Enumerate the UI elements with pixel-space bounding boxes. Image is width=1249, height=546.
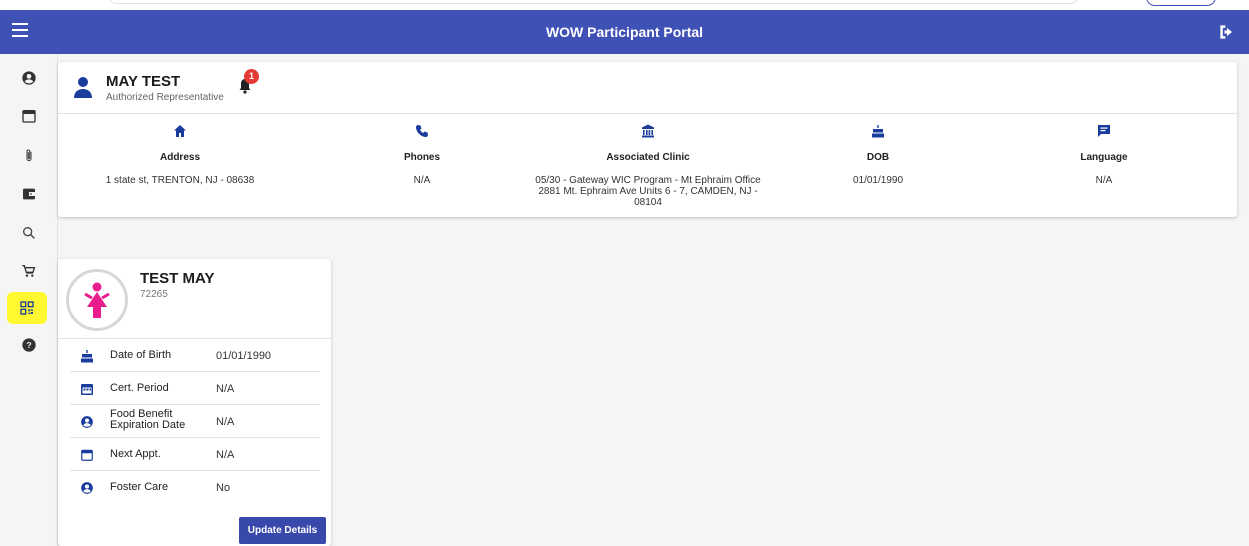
- detail-value: N/A: [216, 449, 235, 461]
- info-value: 1 state st, TRENTON, NJ - 08638: [105, 175, 255, 186]
- sidebar-item-qr-code[interactable]: [7, 292, 47, 324]
- wallet-icon: [23, 188, 35, 200]
- home-icon: [174, 125, 186, 137]
- participant-id: 72265: [140, 289, 168, 300]
- top-pill-button[interactable]: [1146, 0, 1216, 6]
- authorized-rep-card: MAY TEST Authorized Representative 1 Add…: [58, 62, 1237, 217]
- info-value: 01/01/1990: [852, 175, 904, 186]
- sidebar-item-help[interactable]: ?: [8, 329, 50, 361]
- app-title: WOW Participant Portal: [545, 24, 704, 40]
- label-line: Expiration Date: [110, 419, 186, 431]
- message-icon: [1098, 125, 1110, 137]
- account-circle-icon: [22, 71, 36, 85]
- detail-row-food-benefit-expiration: Food Benefit Expiration Date N/A: [70, 405, 320, 438]
- sidebar-item-shop[interactable]: [8, 255, 50, 287]
- info-label: Associated Clinic: [606, 152, 690, 163]
- participant-name: TEST MAY: [140, 270, 215, 287]
- svg-text:?: ?: [26, 340, 31, 350]
- top-search-field[interactable]: [108, 0, 1078, 4]
- help-icon: ?: [22, 338, 36, 352]
- top-strip: [0, 0, 1249, 10]
- avatar: [66, 269, 128, 331]
- info-label: DOB: [866, 152, 890, 163]
- clinic-line: 08104: [634, 197, 662, 208]
- bank-icon: [642, 124, 654, 138]
- paperclip-icon: [26, 149, 32, 162]
- calendar-event-icon: [81, 384, 93, 395]
- info-value: N/A: [1095, 175, 1113, 186]
- female-icon: [84, 282, 110, 318]
- account-circle-icon: [81, 482, 93, 494]
- info-associated-clinic: Associated Clinic 05/30 - Gateway WIC Pr…: [528, 124, 768, 208]
- search-icon: [22, 227, 35, 239]
- info-label: Language: [1080, 152, 1128, 163]
- sidebar-item-benefits[interactable]: [8, 178, 50, 210]
- cake-icon: [872, 125, 884, 138]
- notification-badge: 1: [244, 69, 259, 84]
- detail-row-dob: Date of Birth 01/01/1990: [70, 339, 320, 372]
- cart-icon: [22, 265, 36, 277]
- detail-value: N/A: [216, 416, 235, 428]
- info-label: Phones: [403, 152, 441, 163]
- info-language: Language N/A: [984, 124, 1224, 186]
- rep-role: Authorized Representative: [106, 92, 224, 103]
- clinic-line: 05/30 - Gateway WIC Program - Mt Ephraim…: [535, 175, 761, 186]
- detail-label: Foster Care: [110, 481, 169, 493]
- clinic-line: 2881 Mt. Ephraim Ave Units 6 - 7, CAMDEN…: [538, 186, 758, 197]
- phone-icon: [416, 125, 428, 137]
- qr-code-icon: [20, 301, 34, 315]
- detail-value: N/A: [216, 383, 235, 395]
- detail-row-foster-care: Foster Care No: [70, 471, 320, 504]
- info-value: N/A: [413, 175, 431, 186]
- sidebar-item-profile[interactable]: [8, 62, 50, 94]
- detail-row-cert-period: Cert. Period N/A: [70, 372, 320, 405]
- info-label: Address: [159, 152, 200, 163]
- cake-icon: [81, 350, 93, 363]
- person-icon: [74, 77, 92, 98]
- app-header: WOW Participant Portal: [0, 10, 1249, 54]
- calendar-icon: [22, 110, 36, 123]
- card-divider: [58, 113, 1237, 114]
- update-details-button[interactable]: Update Details: [239, 517, 326, 544]
- sidebar-item-documents[interactable]: [8, 140, 50, 172]
- logout-icon[interactable]: [1217, 22, 1237, 42]
- participant-card: TEST MAY 72265 Date of Birth 01/01/1990 …: [58, 259, 331, 546]
- sidebar-item-search[interactable]: [8, 217, 50, 249]
- detail-value: No: [216, 482, 231, 494]
- info-dob: DOB 01/01/1990: [758, 124, 998, 186]
- info-phones: Phones N/A: [302, 124, 542, 186]
- rep-name: MAY TEST: [106, 73, 181, 90]
- detail-label: Cert. Period: [110, 382, 169, 394]
- info-address: Address 1 state st, TRENTON, NJ - 08638: [60, 124, 300, 186]
- sidebar-item-appointments[interactable]: [8, 100, 50, 132]
- sidebar: ?: [0, 54, 58, 546]
- detail-value: 01/01/1990: [216, 350, 272, 362]
- detail-row-next-appt: Next Appt. N/A: [70, 438, 320, 471]
- info-value: 05/30 - Gateway WIC Program - Mt Ephraim…: [528, 175, 768, 208]
- detail-label: Next Appt.: [110, 448, 161, 460]
- calendar-icon: [81, 449, 93, 461]
- detail-label: Date of Birth: [110, 349, 172, 361]
- account-circle-icon: [81, 416, 93, 428]
- detail-label: Food Benefit Expiration Date: [110, 409, 185, 431]
